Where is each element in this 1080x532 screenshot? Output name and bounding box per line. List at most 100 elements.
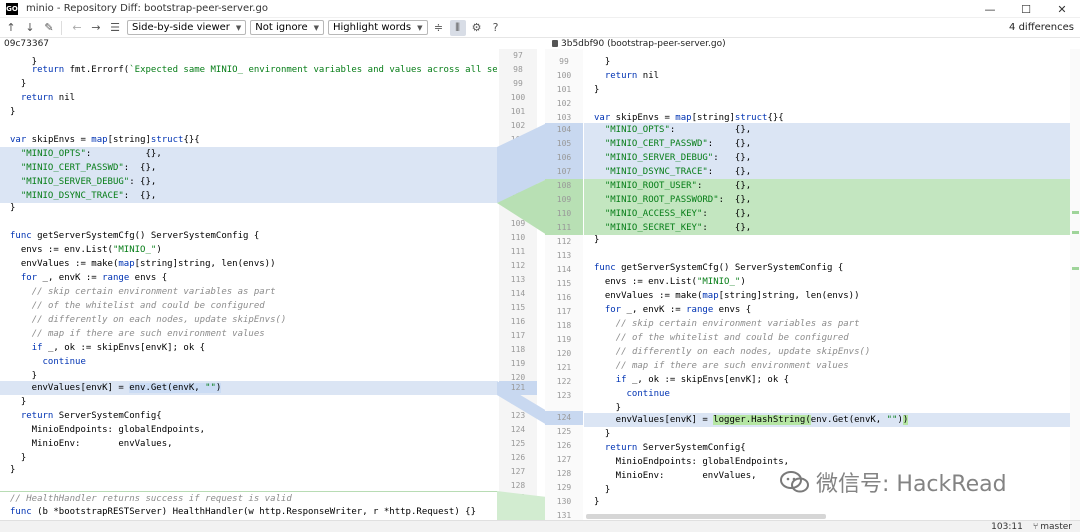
line-number: 104 bbox=[545, 123, 583, 137]
code-line-changed: "MINIO_DSYNC_TRACE": {}, bbox=[584, 165, 1080, 179]
diff-marker[interactable] bbox=[1072, 231, 1079, 234]
line-number: 115 bbox=[556, 279, 572, 288]
line-number: 122 bbox=[556, 377, 572, 386]
code-line: return ServerSystemConfig{ bbox=[20, 411, 162, 421]
maximize-button[interactable]: ☐ bbox=[1008, 0, 1044, 18]
code-line: func getServerSystemCfg() ServerSystemCo… bbox=[594, 263, 844, 273]
line-number: 127 bbox=[556, 455, 572, 464]
code-line: // skip certain environment variables as… bbox=[31, 287, 276, 297]
code-line: MinioEnv: envValues, bbox=[10, 439, 173, 449]
code-line-changed: "MINIO_OPTS": {}, bbox=[584, 123, 1080, 137]
help-icon[interactable]: ? bbox=[488, 20, 504, 36]
cursor-position[interactable]: 103:11 bbox=[991, 522, 1023, 532]
code-line: } bbox=[594, 57, 611, 67]
code-line: func getServerSystemCfg() ServerSystemCo… bbox=[10, 231, 260, 241]
code-line: envs := env.List("MINIO_") bbox=[10, 245, 162, 255]
code-line: } bbox=[10, 107, 16, 117]
line-number: 123 bbox=[556, 391, 572, 400]
line-number: 126 bbox=[556, 441, 572, 450]
next-difference-icon[interactable]: ↓ bbox=[22, 20, 38, 36]
line-number: 128 bbox=[556, 469, 572, 478]
menu-list-icon[interactable]: ☰ bbox=[107, 20, 123, 36]
line-number: 102 bbox=[556, 99, 572, 108]
line-number: 117 bbox=[556, 307, 572, 316]
watermark-text: 微信号: HackRead bbox=[816, 472, 1007, 497]
line-number: 120 bbox=[556, 349, 572, 358]
code-line: func (b *bootstrapRESTServer) HealthHand… bbox=[10, 507, 477, 517]
chevron-down-icon: ▼ bbox=[417, 23, 423, 32]
right-line-gutter: 99 100 101 102 103 104 105 106 107 108 1… bbox=[545, 49, 583, 520]
collapse-unchanged-icon[interactable]: ≑ bbox=[431, 20, 447, 36]
line-number: 105 bbox=[545, 137, 583, 151]
left-code-pane[interactable]: } return fmt.Errorf(`Expected same MINIO… bbox=[0, 49, 497, 520]
code-line: // differently on each nodes, update ski… bbox=[31, 315, 287, 325]
line-number: 125 bbox=[556, 427, 572, 436]
line-number: 108 bbox=[545, 179, 583, 193]
line-number: 101 bbox=[556, 85, 572, 94]
title-bar: GO minio - Repository Diff: bootstrap-pe… bbox=[0, 0, 1080, 18]
code-line-inserted: "MINIO_ACCESS_KEY": {}, bbox=[584, 207, 1080, 221]
chevron-down-icon: ▼ bbox=[313, 23, 319, 32]
code-line-changed: "MINIO_CERT_PASSWD": {}, bbox=[584, 137, 1080, 151]
previous-difference-icon[interactable]: ↑ bbox=[3, 20, 19, 36]
sync-scroll-icon[interactable]: ⦀ bbox=[449, 19, 466, 36]
code-line: for _, envK := range envs { bbox=[604, 305, 752, 315]
line-number: 99 bbox=[559, 57, 569, 66]
code-line: envs := env.List("MINIO_") bbox=[594, 277, 746, 287]
forward-arrow-icon[interactable]: → bbox=[88, 20, 104, 36]
diff-marker[interactable] bbox=[1072, 267, 1079, 270]
edit-source-icon[interactable]: ✎ bbox=[41, 20, 57, 36]
minimize-button[interactable]: — bbox=[972, 0, 1008, 18]
code-line: if _, ok := skipEnvs[envK]; ok { bbox=[615, 375, 790, 385]
code-line: envValues := make(map[string]string, len… bbox=[10, 259, 276, 269]
code-line: } bbox=[10, 397, 27, 407]
highlight-mode-select[interactable]: Highlight words ▼ bbox=[328, 20, 428, 35]
code-line-changed: "MINIO_SERVER_DEBUG": {}, bbox=[584, 151, 1080, 165]
changed-line-connector bbox=[497, 381, 547, 425]
settings-gear-icon[interactable]: ⚙ bbox=[469, 20, 485, 36]
code-line: // differently on each nodes, update ski… bbox=[615, 347, 871, 357]
toolbar-separator bbox=[61, 20, 62, 35]
code-line-changed: envValues[envK] = logger.HashString(env.… bbox=[584, 413, 1080, 427]
code-line: if _, ok := skipEnvs[envK]; ok { bbox=[31, 343, 206, 353]
lock-icon bbox=[552, 40, 558, 47]
line-number: 109 bbox=[545, 193, 583, 207]
code-line: } bbox=[10, 465, 16, 475]
chevron-down-icon: ▼ bbox=[235, 23, 242, 32]
code-line: // HealthHandler returns success if requ… bbox=[0, 491, 497, 505]
code-line: } bbox=[10, 79, 27, 89]
code-line: return fmt.Errorf(`Expected same MINIO_ … bbox=[31, 65, 497, 75]
line-number: 107 bbox=[545, 165, 583, 179]
right-code-pane[interactable]: } return nil } var skipEnvs = map[string… bbox=[584, 49, 1080, 520]
viewer-mode-label: Side-by-side viewer bbox=[132, 22, 230, 33]
close-button[interactable]: ✕ bbox=[1044, 0, 1080, 18]
line-number: 129 bbox=[556, 483, 572, 492]
right-revision: 3b5dbf90 (bootstrap-peer-server.go) bbox=[561, 38, 726, 49]
code-line: } bbox=[594, 429, 611, 439]
differences-count: 4 differences bbox=[1009, 22, 1074, 33]
code-line-inserted: "MINIO_ROOT_PASSWORD": {}, bbox=[584, 193, 1080, 207]
code-line: for _, envK := range envs { bbox=[20, 273, 168, 283]
code-line: // of the whitelist and could be configu… bbox=[31, 301, 265, 311]
code-line: continue bbox=[626, 389, 670, 399]
code-line: // skip certain environment variables as… bbox=[615, 319, 860, 329]
code-line: continue bbox=[42, 357, 86, 367]
back-arrow-icon[interactable]: ← bbox=[69, 20, 85, 36]
whitespace-ignore-select[interactable]: Not ignore ▼ bbox=[250, 20, 324, 35]
left-file-header: 09c73367 bbox=[4, 38, 49, 49]
line-number: 113 bbox=[556, 251, 572, 260]
diff-marker[interactable] bbox=[1072, 211, 1079, 214]
line-number: 124 bbox=[545, 411, 583, 425]
code-line-changed: "MINIO_SERVER_DEBUG": {}, bbox=[0, 175, 497, 189]
line-number: 100 bbox=[556, 71, 572, 80]
watermark: 微信号: HackRead bbox=[780, 466, 1007, 498]
git-branch[interactable]: master bbox=[1040, 522, 1072, 532]
vertical-scrollbar[interactable] bbox=[1070, 49, 1080, 520]
diff-toolbar: ↑ ↓ ✎ ← → ☰ Side-by-side viewer ▼ Not ign… bbox=[0, 18, 1080, 38]
viewer-mode-select[interactable]: Side-by-side viewer ▼ bbox=[127, 20, 247, 35]
line-number: 119 bbox=[556, 335, 572, 344]
line-number: 112 bbox=[556, 237, 572, 246]
code-line: // map if there are such environment val… bbox=[31, 329, 265, 339]
code-line: } bbox=[10, 203, 16, 213]
horizontal-scrollbar[interactable] bbox=[586, 514, 826, 519]
